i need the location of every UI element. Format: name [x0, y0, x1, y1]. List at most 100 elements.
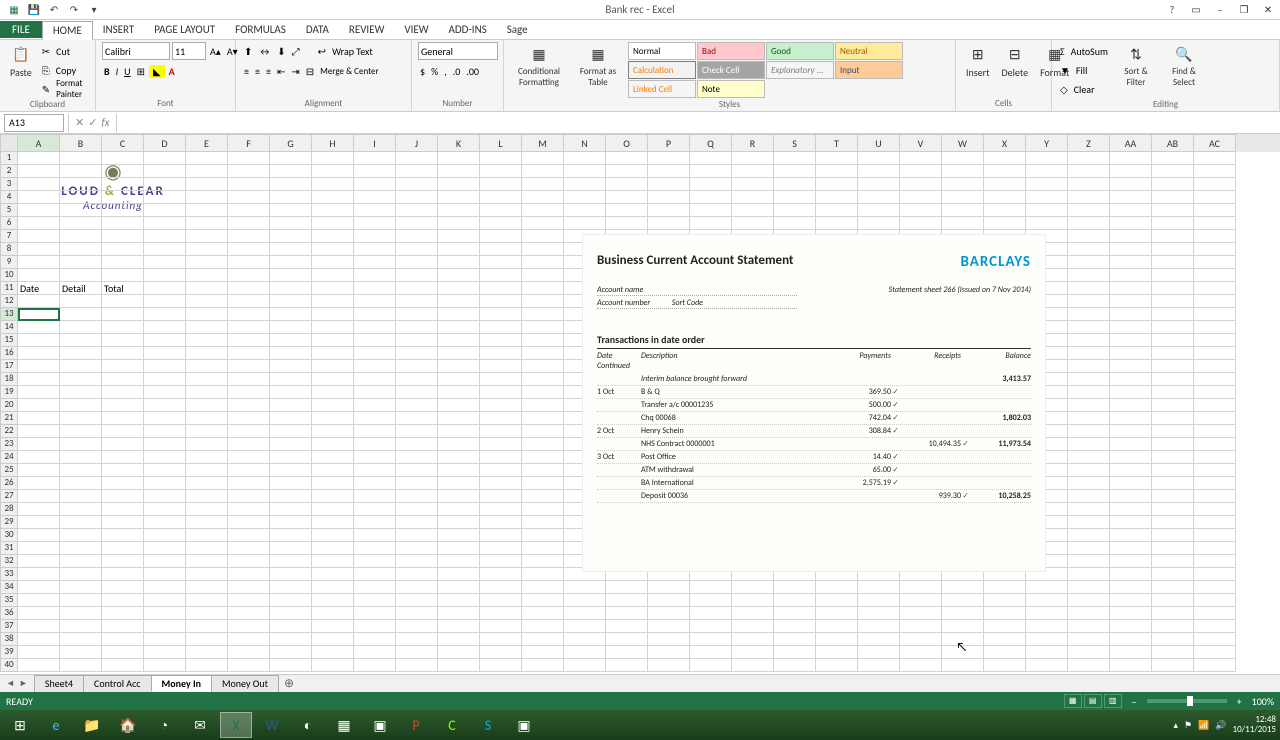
cell[interactable]	[228, 529, 270, 542]
cell[interactable]	[144, 217, 186, 230]
cell[interactable]	[270, 373, 312, 386]
cell[interactable]	[732, 165, 774, 178]
cell[interactable]	[18, 256, 60, 269]
underline-button[interactable]: U	[122, 65, 132, 78]
cell[interactable]	[1152, 438, 1194, 451]
cell[interactable]	[144, 152, 186, 165]
cell[interactable]	[522, 347, 564, 360]
cell[interactable]	[858, 178, 900, 191]
cell[interactable]	[690, 646, 732, 659]
cell[interactable]	[1026, 594, 1068, 607]
col-header[interactable]: G	[270, 134, 312, 152]
cell[interactable]	[438, 464, 480, 477]
grow-font-icon[interactable]: A▴	[208, 45, 223, 58]
cell[interactable]	[144, 568, 186, 581]
cell[interactable]	[1110, 282, 1152, 295]
word-icon[interactable]: W	[256, 712, 288, 738]
cell[interactable]	[186, 464, 228, 477]
cell[interactable]	[522, 308, 564, 321]
cell[interactable]	[732, 204, 774, 217]
zoom-in-icon[interactable]: +	[1237, 695, 1242, 708]
cell[interactable]	[606, 633, 648, 646]
cell[interactable]	[144, 386, 186, 399]
cell[interactable]	[1068, 438, 1110, 451]
cell[interactable]	[186, 646, 228, 659]
cell[interactable]	[480, 464, 522, 477]
cell[interactable]	[1152, 607, 1194, 620]
cell[interactable]	[228, 308, 270, 321]
powerpoint-icon[interactable]: P	[400, 712, 432, 738]
cell[interactable]	[354, 620, 396, 633]
cell[interactable]	[312, 607, 354, 620]
cell[interactable]	[900, 152, 942, 165]
app-icon-6[interactable]: ▣	[508, 712, 540, 738]
cell[interactable]	[900, 646, 942, 659]
cell[interactable]	[1152, 269, 1194, 282]
cell[interactable]	[1152, 399, 1194, 412]
cell[interactable]	[1110, 373, 1152, 386]
cell[interactable]	[480, 347, 522, 360]
cell[interactable]	[144, 282, 186, 295]
cell[interactable]	[1068, 555, 1110, 568]
cell[interactable]	[354, 308, 396, 321]
cell[interactable]	[438, 347, 480, 360]
cell[interactable]	[816, 581, 858, 594]
cell[interactable]	[1152, 542, 1194, 555]
cell[interactable]	[1194, 373, 1236, 386]
cell[interactable]	[60, 295, 102, 308]
cell[interactable]	[144, 425, 186, 438]
cell[interactable]	[480, 659, 522, 672]
row-header[interactable]: 25	[0, 464, 18, 477]
cell[interactable]	[186, 321, 228, 334]
cell[interactable]	[18, 542, 60, 555]
cell[interactable]	[18, 152, 60, 165]
zoom-out-icon[interactable]: –	[1132, 695, 1137, 708]
cell[interactable]	[732, 607, 774, 620]
cell[interactable]	[1068, 451, 1110, 464]
cell[interactable]	[774, 607, 816, 620]
cell[interactable]	[144, 269, 186, 282]
cell[interactable]	[396, 477, 438, 490]
cell[interactable]	[438, 503, 480, 516]
sheet-tab[interactable]: Money Out	[211, 675, 279, 692]
cell[interactable]	[1068, 269, 1110, 282]
cell[interactable]	[774, 152, 816, 165]
cell[interactable]	[732, 178, 774, 191]
row-header[interactable]: 9	[0, 256, 18, 269]
cell[interactable]	[18, 308, 60, 321]
cell[interactable]	[270, 334, 312, 347]
cell[interactable]	[312, 516, 354, 529]
cell[interactable]	[1194, 256, 1236, 269]
cell[interactable]	[1068, 477, 1110, 490]
cell[interactable]	[480, 399, 522, 412]
cell[interactable]	[396, 360, 438, 373]
cell[interactable]	[858, 646, 900, 659]
cell[interactable]	[396, 334, 438, 347]
cell[interactable]	[102, 347, 144, 360]
cell[interactable]	[312, 633, 354, 646]
cell[interactable]	[648, 204, 690, 217]
cell[interactable]	[228, 334, 270, 347]
cell[interactable]	[144, 633, 186, 646]
cell[interactable]	[1068, 529, 1110, 542]
cell[interactable]	[144, 646, 186, 659]
cell[interactable]	[18, 516, 60, 529]
cell[interactable]	[1068, 594, 1110, 607]
cell[interactable]	[1152, 516, 1194, 529]
cell[interactable]	[102, 594, 144, 607]
cell[interactable]	[900, 204, 942, 217]
cell[interactable]	[1152, 217, 1194, 230]
cell[interactable]	[480, 256, 522, 269]
app-icon-4[interactable]: ▣	[364, 712, 396, 738]
cell[interactable]	[522, 542, 564, 555]
tab-insert[interactable]: INSERT	[93, 21, 145, 38]
view-normal-icon[interactable]: ▦	[1064, 694, 1082, 708]
cell[interactable]	[228, 633, 270, 646]
cell[interactable]	[312, 217, 354, 230]
cell[interactable]	[228, 555, 270, 568]
cell[interactable]	[480, 568, 522, 581]
cell[interactable]	[1110, 412, 1152, 425]
cell[interactable]	[1194, 360, 1236, 373]
cell[interactable]	[186, 295, 228, 308]
cell[interactable]	[1194, 282, 1236, 295]
